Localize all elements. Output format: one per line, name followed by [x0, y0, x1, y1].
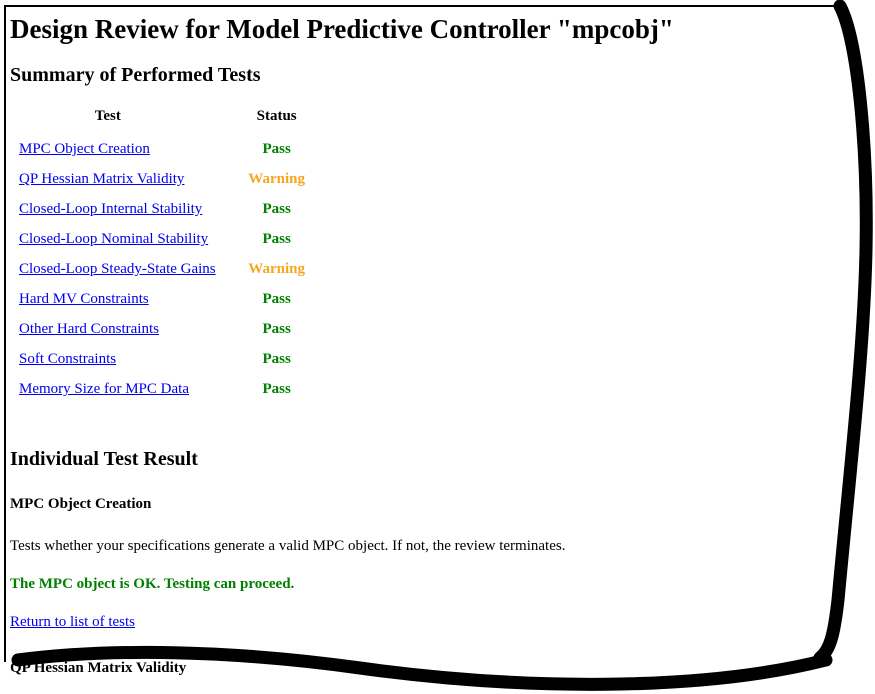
frame-border-left: [4, 5, 6, 662]
status-badge: Pass: [262, 291, 291, 307]
column-header-status: Status: [256, 108, 297, 124]
return-to-list-of-tests-link[interactable]: Return to list of tests: [10, 614, 135, 630]
summary-table: Test Status MPC Object Creation Pass QP He…: [0, 106, 338, 404]
table-row: MPC Object Creation Pass: [0, 134, 338, 164]
table-row: Soft Constraints Pass: [0, 344, 338, 374]
status-badge: Pass: [262, 351, 291, 367]
table-row: Memory Size for MPC Data Pass: [0, 374, 338, 404]
document-body: Design Review for Model Predictive Contr…: [0, 0, 840, 694]
table-row: Other Hard Constraints Pass: [0, 314, 338, 344]
table-cell-test: Closed-Loop Nominal Stability: [0, 224, 216, 254]
table-row: QP Hessian Matrix Validity Warning: [0, 164, 338, 194]
table-row: Closed-Loop Nominal Stability Pass: [0, 224, 338, 254]
table-cell-test: Other Hard Constraints: [0, 314, 216, 344]
test-heading-qp-hessian-matrix-validity: QP Hessian Matrix Validity: [10, 660, 187, 676]
test-heading-mpc-object-creation: MPC Object Creation: [10, 496, 152, 512]
table-cell-test: Soft Constraints: [0, 344, 216, 374]
test-link[interactable]: QP Hessian Matrix Validity: [19, 171, 184, 187]
test-link[interactable]: Soft Constraints: [19, 351, 116, 367]
table-cell-test: Memory Size for MPC Data: [0, 374, 216, 404]
test-link[interactable]: Closed-Loop Steady-State Gains: [19, 261, 216, 277]
column-header-test: Test: [94, 108, 121, 124]
test-link[interactable]: Other Hard Constraints: [19, 321, 159, 337]
table-cell-test: Hard MV Constraints: [0, 284, 216, 314]
status-badge: Pass: [262, 141, 291, 157]
test-link[interactable]: MPC Object Creation: [19, 141, 150, 157]
individual-test-result-heading: Individual Test Result: [10, 448, 198, 470]
table-cell-test: MPC Object Creation: [0, 134, 216, 164]
status-badge: Pass: [262, 231, 291, 247]
table-cell-test: QP Hessian Matrix Validity: [0, 164, 216, 194]
test-link[interactable]: Closed-Loop Nominal Stability: [19, 231, 208, 247]
status-badge: Pass: [262, 201, 291, 217]
test-link[interactable]: Closed-Loop Internal Stability: [19, 201, 202, 217]
test-description-mpc-object-creation: Tests whether your specifications genera…: [10, 538, 566, 554]
test-verdict-mpc-object-creation: The MPC object is OK. Testing can procee…: [10, 576, 295, 592]
table-row: Hard MV Constraints Pass: [0, 284, 338, 314]
summary-heading: Summary of Performed Tests: [10, 64, 261, 86]
return-link-paragraph: Return to list of tests: [0, 612, 840, 632]
status-badge: Warning: [248, 171, 305, 187]
status-badge: Warning: [248, 261, 305, 277]
frame-border-top: [4, 5, 840, 7]
table-cell-test: Closed-Loop Steady-State Gains: [0, 254, 216, 284]
status-badge: Pass: [262, 321, 291, 337]
status-badge: Pass: [262, 381, 291, 397]
table-header-row: Test Status: [0, 106, 338, 134]
table-row: Closed-Loop Steady-State Gains Warning: [0, 254, 338, 284]
test-link[interactable]: Memory Size for MPC Data: [19, 381, 189, 397]
test-link[interactable]: Hard MV Constraints: [19, 291, 149, 307]
page-root: Design Review for Model Predictive Contr…: [0, 0, 875, 694]
table-cell-test: Closed-Loop Internal Stability: [0, 194, 216, 224]
table-row: Closed-Loop Internal Stability Pass: [0, 194, 338, 224]
